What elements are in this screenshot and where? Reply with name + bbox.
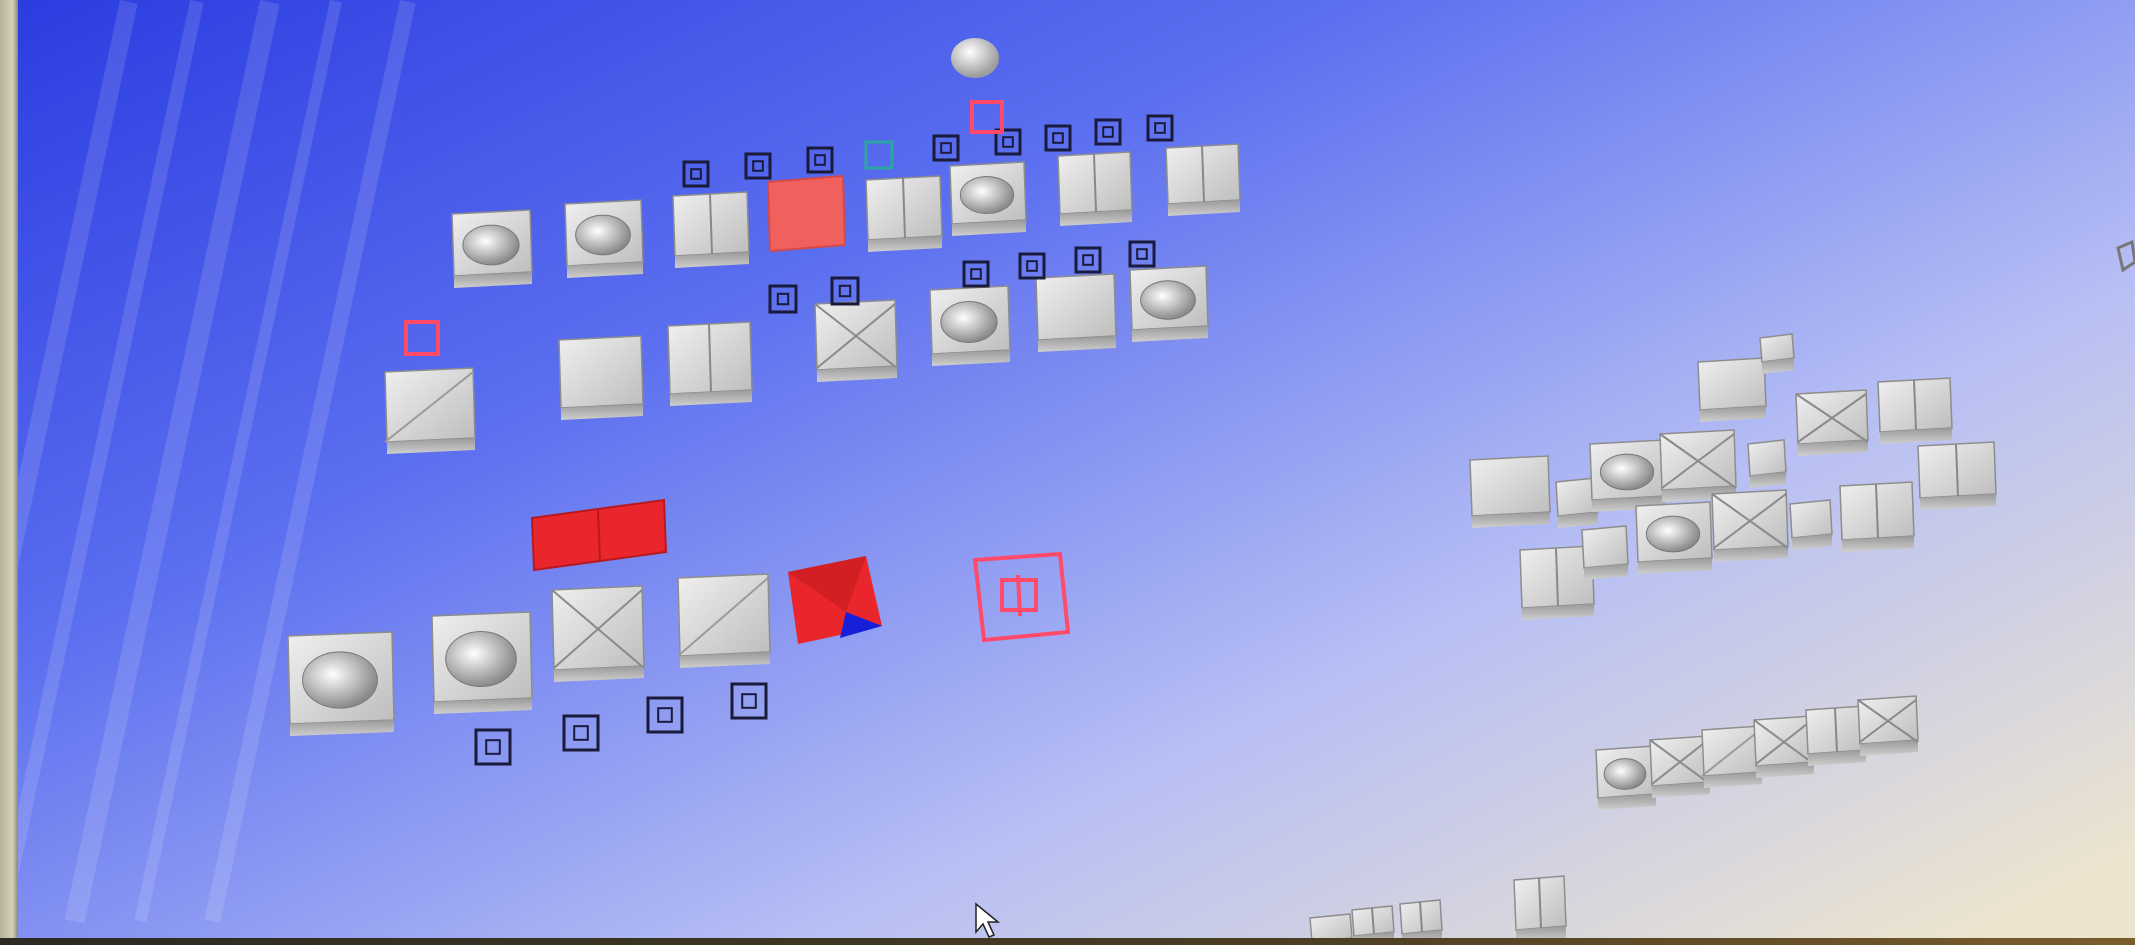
tile-part-icon[interactable]	[814, 299, 898, 382]
tile-part-icon[interactable]	[1697, 357, 1767, 422]
tile-part-icon[interactable]	[558, 335, 644, 420]
tile-part-icon[interactable]	[451, 209, 533, 288]
tile-part-icon[interactable]	[1581, 525, 1629, 580]
tile-part-icon[interactable]	[1747, 439, 1787, 488]
tile-part-icon[interactable]	[1129, 265, 1209, 342]
highlighted-tile[interactable]	[766, 174, 847, 253]
tile-part-icon[interactable]	[1057, 151, 1133, 226]
root-sphere-node[interactable]	[951, 38, 999, 78]
tile-part-icon[interactable]	[1659, 429, 1737, 502]
tile-part-icon[interactable]	[1589, 439, 1667, 512]
tile-part-icon[interactable]	[1649, 735, 1711, 798]
tile-part-icon[interactable]	[949, 161, 1027, 236]
monitor-bezel-bottom	[0, 938, 2135, 945]
tile-part-icon[interactable]	[672, 191, 750, 268]
tile-part-icon[interactable]	[1035, 273, 1117, 352]
tile-part-icon[interactable]	[1857, 695, 1919, 756]
screen-stage	[0, 0, 2135, 945]
tile-part-icon[interactable]	[667, 321, 753, 406]
tile-part-icon[interactable]	[384, 367, 476, 454]
3d-viewport[interactable]	[0, 0, 2135, 945]
tile-part-icon[interactable]	[1635, 501, 1713, 574]
tile-part-icon[interactable]	[1701, 725, 1763, 788]
tile-part-icon[interactable]	[1917, 441, 1997, 510]
tile-part-icon[interactable]	[1839, 481, 1915, 552]
tile-part-icon[interactable]	[564, 199, 644, 278]
tile-part-icon[interactable]	[1753, 715, 1815, 778]
viewport-background	[0, 0, 2135, 945]
tile-part-icon[interactable]	[1165, 143, 1241, 216]
tile-part-icon[interactable]	[1469, 455, 1551, 528]
tile-part-icon[interactable]	[1595, 745, 1657, 810]
tile-part-icon[interactable]	[1759, 333, 1795, 374]
tile-part-icon[interactable]	[1877, 377, 1953, 444]
tile-part-icon[interactable]	[287, 631, 395, 736]
monitor-bezel-left	[0, 0, 18, 945]
tile-part-icon[interactable]	[1513, 875, 1567, 942]
tile-part-icon[interactable]	[1789, 499, 1833, 550]
tile-part-icon[interactable]	[1711, 489, 1789, 562]
tile-part-icon[interactable]	[677, 573, 771, 668]
tile-part-icon[interactable]	[1795, 389, 1869, 456]
tile-part-icon[interactable]	[929, 285, 1011, 366]
tile-part-icon[interactable]	[1805, 705, 1867, 766]
tile-part-icon[interactable]	[431, 611, 533, 714]
tile-part-icon[interactable]	[551, 585, 645, 682]
tile-part-icon[interactable]	[865, 175, 943, 252]
